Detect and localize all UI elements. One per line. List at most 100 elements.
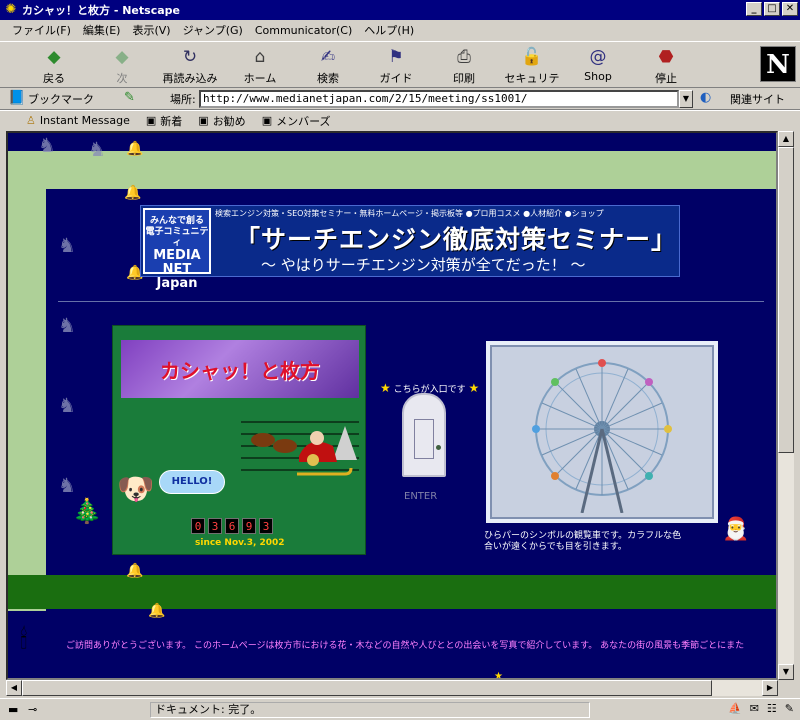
since-date: since Nov.3, 2002 xyxy=(195,538,285,548)
url-dropdown-button[interactable]: ▼ xyxy=(679,90,693,108)
photo-caption: ひらパーのシンボルの観覧車です。カラフルな色合いが遠くからでも目を引きます。 xyxy=(484,531,682,552)
close-button[interactable]: ✕ xyxy=(782,2,798,16)
window-controls: _ □ ✕ xyxy=(746,2,798,16)
location-label: 場所: xyxy=(170,93,196,106)
door-knob xyxy=(436,445,441,450)
back-button[interactable]: ◆ 戻る xyxy=(22,46,86,86)
welcome-marquee: ご訪問ありがとうございます。 このホームページは枚方市における花・木などの自然や… xyxy=(66,641,745,651)
minimize-button[interactable]: _ xyxy=(746,2,762,16)
personal-item-instant-message[interactable]: ♙ Instant Message xyxy=(26,114,130,127)
bell-icon: 🔔 xyxy=(126,563,144,579)
bookmarks-icon: 📘 xyxy=(8,90,26,106)
related-sites-icon: ◐ xyxy=(700,90,712,105)
logo-brand-text: MEDIA NET Japan xyxy=(153,248,201,291)
counter-digit: 0 xyxy=(191,518,205,534)
banner-title: 「サーチエンジン徹底対策セミナー」 xyxy=(235,225,678,254)
reload-button[interactable]: ↻ 再読み込み xyxy=(158,46,222,86)
personal-item-label: 新着 xyxy=(160,114,183,128)
search-label: 検索 xyxy=(317,72,339,85)
guide-label: ガイド xyxy=(379,72,413,85)
bell-icon: 🔔 xyxy=(124,185,142,201)
print-label: 印刷 xyxy=(453,72,475,85)
discussion-icon[interactable]: ☷ xyxy=(767,702,777,715)
forward-button[interactable]: ◆ 次 xyxy=(90,46,154,86)
composer-icon[interactable]: ✎ xyxy=(785,702,794,715)
frame-left-border xyxy=(8,151,46,611)
frame-bottom-border xyxy=(8,575,776,609)
maximize-button[interactable]: □ xyxy=(764,2,780,16)
scroll-up-button[interactable]: ▲ xyxy=(778,131,794,147)
reload-label: 再読み込み xyxy=(162,72,218,85)
frame-top-border xyxy=(8,151,776,189)
personal-toolbar: ♙ Instant Message ▣ 新着 ▣ お勧め ▣ メンバーズ xyxy=(0,110,800,130)
navigator-icon[interactable]: ⛵ xyxy=(728,702,742,715)
menu-communicator[interactable]: Communicator(C) xyxy=(249,24,358,37)
horizontal-rule xyxy=(58,301,764,302)
page-proxy-icon[interactable]: ✎ xyxy=(124,90,135,105)
connection-icon: ⊸ xyxy=(28,703,38,716)
personal-item-label: Instant Message xyxy=(39,114,130,127)
home-button[interactable]: ⌂ ホーム xyxy=(228,46,292,86)
star-icon: ★ xyxy=(380,381,391,395)
menu-edit[interactable]: 編集(E) xyxy=(77,22,127,38)
scroll-right-button[interactable]: ▶ xyxy=(762,680,778,696)
reindeer-icon: ♞ xyxy=(58,393,76,417)
person-icon: ♙ xyxy=(26,114,36,127)
search-icon: ✍ xyxy=(320,47,336,67)
vertical-scrollbar[interactable]: ▲ ▼ xyxy=(778,131,794,680)
stop-button[interactable]: ⬣ 停止 xyxy=(634,46,698,86)
enter-door-link[interactable] xyxy=(402,393,446,477)
menu-view[interactable]: 表示(V) xyxy=(126,22,176,38)
enter-label[interactable]: ENTER xyxy=(404,491,437,502)
horizontal-scroll-thumb[interactable] xyxy=(22,680,712,696)
site-title: カシャッ！と枚方 xyxy=(121,340,359,398)
counter-digit: 3 xyxy=(208,518,222,534)
banner-ad[interactable]: みんなで創る 電子コミュニティ MEDIA NET Japan 検索エンジン対策… xyxy=(140,205,680,291)
santa-image: 🎅 xyxy=(722,517,750,542)
counter-digit: 9 xyxy=(242,518,256,534)
banner-topline: 検索エンジン対策・SEO対策セミナー・無料ホームページ・掲示板等 ●プロ用コスメ… xyxy=(215,209,604,218)
print-button[interactable]: ⎙ 印刷 xyxy=(432,46,496,86)
holly-wreath-image: 🎄 xyxy=(72,497,102,525)
personal-item-new[interactable]: ▣ 新着 xyxy=(146,113,182,129)
bookmark-page-icon: ▣ xyxy=(198,114,209,127)
bookmark-page-icon: ▣ xyxy=(145,114,157,127)
security-status-icon[interactable]: ▬ xyxy=(8,703,18,716)
scroll-left-button[interactable]: ◀ xyxy=(6,680,22,696)
menu-help[interactable]: ヘルプ(H) xyxy=(358,22,420,38)
logo-mid-text: 電子コミュニティ xyxy=(145,227,209,248)
personal-item-members[interactable]: ▣ メンバーズ xyxy=(262,113,331,129)
bookmarks-button[interactable]: ブックマーク xyxy=(28,91,94,107)
security-button[interactable]: 🔓 セキュリティ xyxy=(500,46,564,101)
ferris-wheel-image xyxy=(532,359,672,513)
menu-go[interactable]: ジャンプ(G) xyxy=(177,22,249,38)
guide-button[interactable]: ⚑ ガイド xyxy=(364,46,428,86)
site-title-panel: カシャッ！と枚方 🐶 HELLO! 0 3 6 9 3 since Nov.3,… xyxy=(112,325,366,555)
related-sites-button[interactable]: 関連サイト xyxy=(730,91,785,107)
star-icon: ★ xyxy=(468,381,480,395)
scroll-down-button[interactable]: ▼ xyxy=(778,664,794,680)
lock-icon: 🔓 xyxy=(521,47,543,67)
stop-icon: ⬣ xyxy=(658,47,674,67)
back-arrow-icon: ◆ xyxy=(47,47,61,67)
netscape-logo[interactable]: N xyxy=(760,46,796,82)
ferris-wheel-photo xyxy=(486,341,718,523)
mail-icon[interactable]: ✉ xyxy=(750,702,759,715)
menu-file[interactable]: ファイル(F) xyxy=(6,22,77,38)
page-content: ♞ ♞ 🔔 ♞ ♞ ♞ ♞ 🔔 🔔 🔔 🔔 みんなで創る 電子コミュニティ ME… xyxy=(6,131,778,680)
personal-item-label: お勧め xyxy=(212,114,246,128)
url-field[interactable]: http://www.medianetjapan.com/2/15/meetin… xyxy=(199,90,679,108)
printer-icon: ⎙ xyxy=(457,47,471,67)
santa-sleigh-image xyxy=(241,421,359,476)
logo-top-text: みんなで創る xyxy=(149,216,204,226)
counter-digit: 3 xyxy=(259,518,273,534)
horizontal-scrollbar[interactable]: ◀ ▶ xyxy=(6,680,778,696)
hello-bubble: HELLO! xyxy=(159,470,225,494)
component-bar: ⛵ ✉ ☷ ✎ xyxy=(728,702,794,715)
search-button[interactable]: ✍ 検索 xyxy=(296,46,360,86)
personal-item-recommend[interactable]: ▣ お勧め xyxy=(198,113,245,129)
stop-label: 停止 xyxy=(655,72,677,85)
menu-bar: ファイル(F) 編集(E) 表示(V) ジャンプ(G) Communicator… xyxy=(0,20,800,40)
shop-button[interactable]: @ Shop xyxy=(566,46,630,86)
vertical-scroll-thumb[interactable] xyxy=(778,147,794,453)
